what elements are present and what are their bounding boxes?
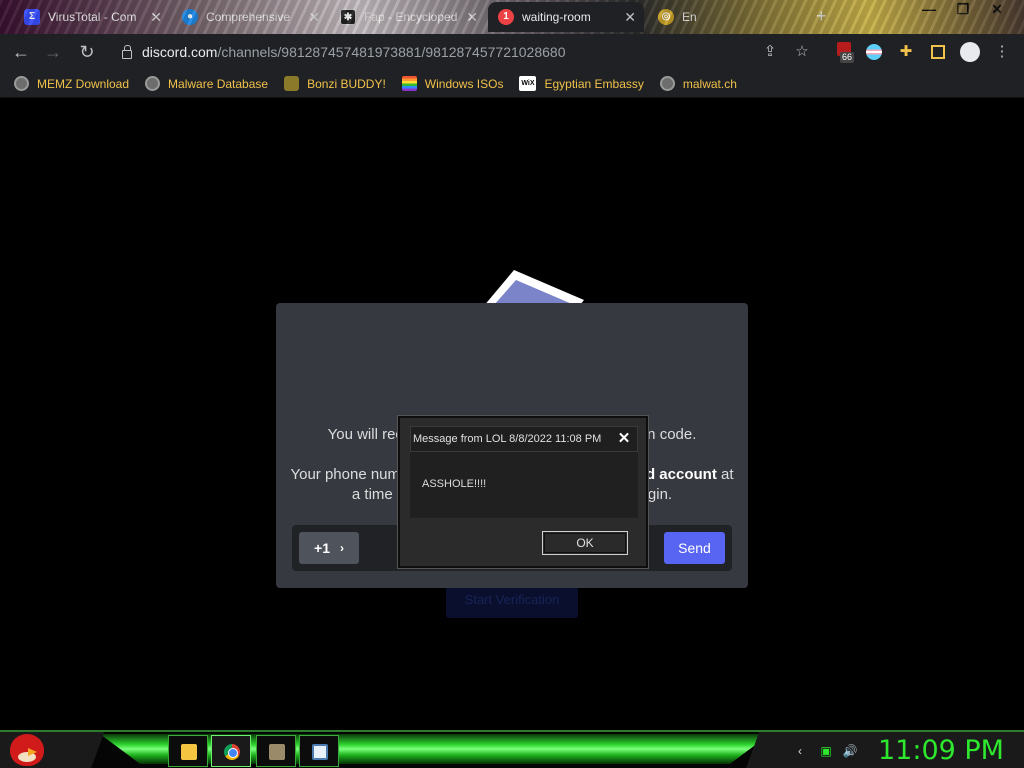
minimize-button[interactable]: —: [912, 0, 946, 20]
send-button[interactable]: Send: [664, 532, 725, 564]
bonzi-icon: [284, 76, 300, 91]
share-icon[interactable]: ⇪: [760, 42, 780, 62]
close-icon[interactable]: ✕: [624, 9, 636, 26]
discord-icon: 1: [498, 9, 514, 25]
forward-button[interactable]: →: [42, 41, 64, 63]
new-tab-button[interactable]: +: [816, 6, 827, 27]
wix-icon: WiX: [519, 76, 537, 91]
tab-strip: Σ VirusTotal - Com ✕ ● Comprehensive ✕ ✱…: [0, 0, 1024, 34]
bookmark-malwatch[interactable]: malwat.ch: [659, 76, 737, 91]
dialog-body: ASSHOLE!!!!: [410, 452, 638, 518]
taskbar: ‹ ▣ 🔊 11:09 PM: [0, 730, 1024, 768]
flag-extension-icon[interactable]: [864, 42, 884, 62]
maximize-button[interactable]: ❐: [946, 0, 980, 20]
menu-kebab-icon[interactable]: ⋮: [992, 42, 1012, 62]
extension-badge: 66: [840, 52, 855, 63]
tab-virustotal[interactable]: Σ VirusTotal - Com ✕: [14, 2, 170, 32]
reload-button[interactable]: ↻: [76, 41, 98, 63]
ublock-icon[interactable]: 66: [834, 42, 855, 63]
globe-icon: [14, 76, 29, 91]
start-button-angry-bird-icon[interactable]: [10, 734, 44, 766]
bookmark-malware-database[interactable]: Malware Database: [145, 76, 268, 91]
dialog-close-button[interactable]: ✕: [615, 431, 633, 447]
tab-en[interactable]: ◎ En: [648, 2, 808, 32]
bookmark-star-icon[interactable]: ☆: [792, 42, 812, 62]
globe-icon: [659, 76, 675, 91]
volume-icon[interactable]: 🔊: [842, 743, 858, 759]
browser-toolbar: ← → ↻ discord.com/channels/9812874574819…: [0, 34, 1024, 70]
message-dialog: Message from LOL 8/8/2022 11:08 PM ✕ ASS…: [398, 416, 648, 568]
profile-avatar-icon[interactable]: [960, 42, 980, 62]
country-code-select[interactable]: +1 ›: [299, 532, 359, 564]
encyclopedia-icon: ✱: [340, 9, 356, 25]
bookmark-windows-isos[interactable]: Windows ISOs: [401, 76, 503, 91]
chevron-right-icon: ›: [339, 541, 344, 555]
bookmark-egyptian-embassy[interactable]: WiX Egyptian Embassy: [519, 76, 644, 91]
tab-encyclopedia[interactable]: ✱ Fap - Encycloped ✕: [330, 2, 486, 32]
chrome-icon: [224, 744, 240, 760]
lock-icon: [122, 44, 132, 59]
address-bar[interactable]: discord.com/channels/981287457481973881/…: [108, 38, 818, 66]
window-icon: [312, 744, 328, 760]
taskbar-image-viewer[interactable]: [256, 735, 296, 767]
globe-icon: [145, 76, 161, 91]
back-button[interactable]: ←: [10, 41, 32, 63]
side-panel-icon[interactable]: [928, 42, 948, 62]
taskbar-message-window[interactable]: [299, 735, 339, 767]
bookmark-bonzi-buddy[interactable]: Bonzi BUDDY!: [284, 76, 386, 91]
bookmarks-bar: MEMZ Download Malware Database Bonzi BUD…: [0, 70, 1024, 98]
close-icon[interactable]: ✕: [308, 9, 320, 26]
taskbar-chrome[interactable]: [211, 735, 251, 767]
dialog-ok-button[interactable]: OK: [542, 531, 628, 555]
close-icon[interactable]: ✕: [150, 9, 162, 26]
globe-icon: ◎: [658, 9, 674, 25]
network-icon[interactable]: ▣: [818, 743, 834, 759]
window-close-button[interactable]: ✕: [980, 0, 1014, 20]
url-text: discord.com/channels/981287457481973881/…: [142, 44, 566, 60]
dialog-titlebar: Message from LOL 8/8/2022 11:08 PM ✕: [410, 426, 638, 452]
discord-page: Start Verification You will receive a te…: [0, 98, 1024, 730]
folder-icon: [181, 744, 197, 760]
tab-waiting-room[interactable]: 1 waiting-room ✕: [488, 2, 644, 32]
tab-comprehensive[interactable]: ● Comprehensive ✕: [172, 2, 328, 32]
virustotal-icon: Σ: [24, 9, 40, 25]
extensions-puzzle-icon[interactable]: ✚: [896, 42, 916, 62]
tray-chevron-icon[interactable]: ‹: [792, 743, 808, 759]
taskbar-file-explorer[interactable]: [168, 735, 208, 767]
close-icon[interactable]: ✕: [466, 9, 478, 26]
dialog-message: ASSHOLE!!!!: [422, 478, 487, 490]
image-viewer-icon: [269, 744, 285, 760]
rainbow-flag-icon: [401, 76, 417, 91]
location-pin-icon: ●: [182, 9, 198, 25]
taskbar-clock[interactable]: 11:09 PM: [878, 735, 1004, 766]
bookmark-memz[interactable]: MEMZ Download: [14, 76, 129, 91]
